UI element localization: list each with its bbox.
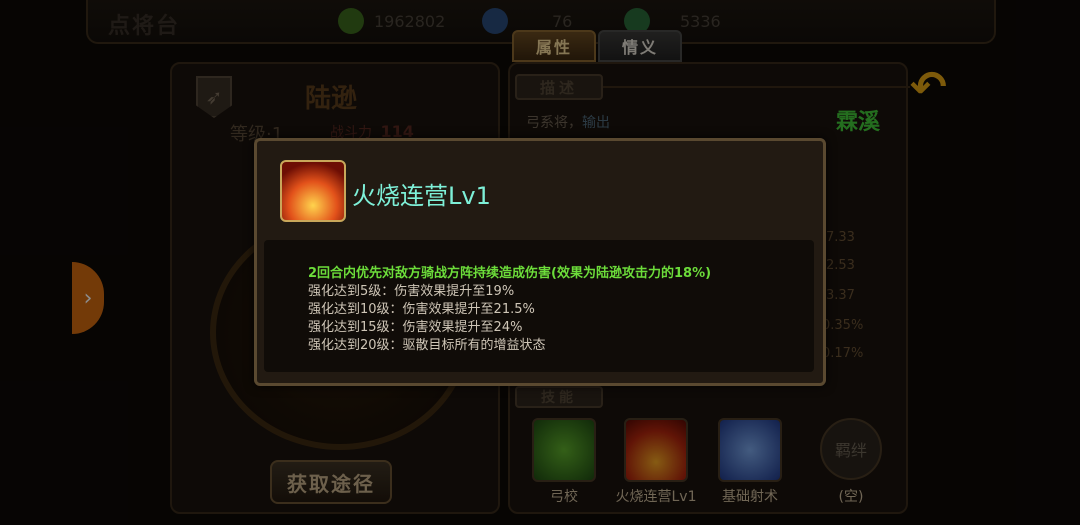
orb-value: 5336 (680, 11, 721, 31)
stat-value: 0.17% (822, 346, 864, 361)
skills-header: 技能 (515, 386, 603, 408)
skill-label: 火烧连营Lv1 (615, 489, 697, 505)
description-header: 描述 (515, 74, 603, 100)
side-expand-tab[interactable]: › (72, 262, 104, 334)
skill-label: (空) (838, 489, 864, 505)
fire-camp-icon (280, 160, 346, 222)
tab-bonds[interactable]: 情义 (598, 30, 682, 62)
blue-gem-icon[interactable] (482, 8, 508, 34)
skill-label: 基础射术 (722, 489, 778, 505)
obtain-route-button[interactable]: 获取途径 (270, 460, 392, 504)
skill-upgrade-line: 强化达到20级：驱散目标所有的增益状态 (308, 338, 546, 353)
stat-value: 7.33 (826, 230, 855, 245)
class-prefix: 弓系将， (526, 115, 582, 131)
back-arrow-icon[interactable]: ↶ (910, 66, 956, 112)
skill-upgrade-line: 强化达到10级：伤害效果提升至21.5% (308, 302, 535, 317)
stat-value: 3.37 (826, 288, 855, 303)
skill-upgrade-line: 强化达到5级：伤害效果提升至19% (308, 284, 515, 299)
stat-value: 0.35% (822, 318, 864, 333)
tab-attributes[interactable]: 属性 (512, 30, 596, 62)
basic-archery-icon[interactable] (718, 418, 782, 482)
class-role: 输出 (582, 115, 610, 131)
skill-title: 火烧连营Lv1 (352, 182, 491, 210)
skill-upgrade-line: 强化达到15级：伤害效果提升至24% (308, 320, 523, 335)
hero-class-text: 弓系将，输出 (526, 112, 610, 132)
coin-resource: 1962802 (338, 8, 445, 34)
bond-icon[interactable]: 羁绊 (820, 418, 882, 480)
coin-plus-icon[interactable] (338, 8, 364, 34)
fire-camp-icon[interactable] (624, 418, 688, 482)
skill-label: 弓校 (550, 489, 578, 505)
bow-captain-icon[interactable] (532, 418, 596, 482)
skill-main-effect: 2回合内优先对敌方骑战方阵持续造成伤害(效果为陆逊攻击力的18%) (308, 266, 712, 281)
author-name: 霖溪 (836, 110, 881, 135)
screen-title: 点将台 (108, 14, 181, 39)
stat-value: 2.53 (826, 258, 855, 273)
hero-name: 陆逊 (305, 84, 358, 114)
coin-value: 1962802 (374, 11, 446, 31)
gem-value: 76 (552, 11, 573, 31)
